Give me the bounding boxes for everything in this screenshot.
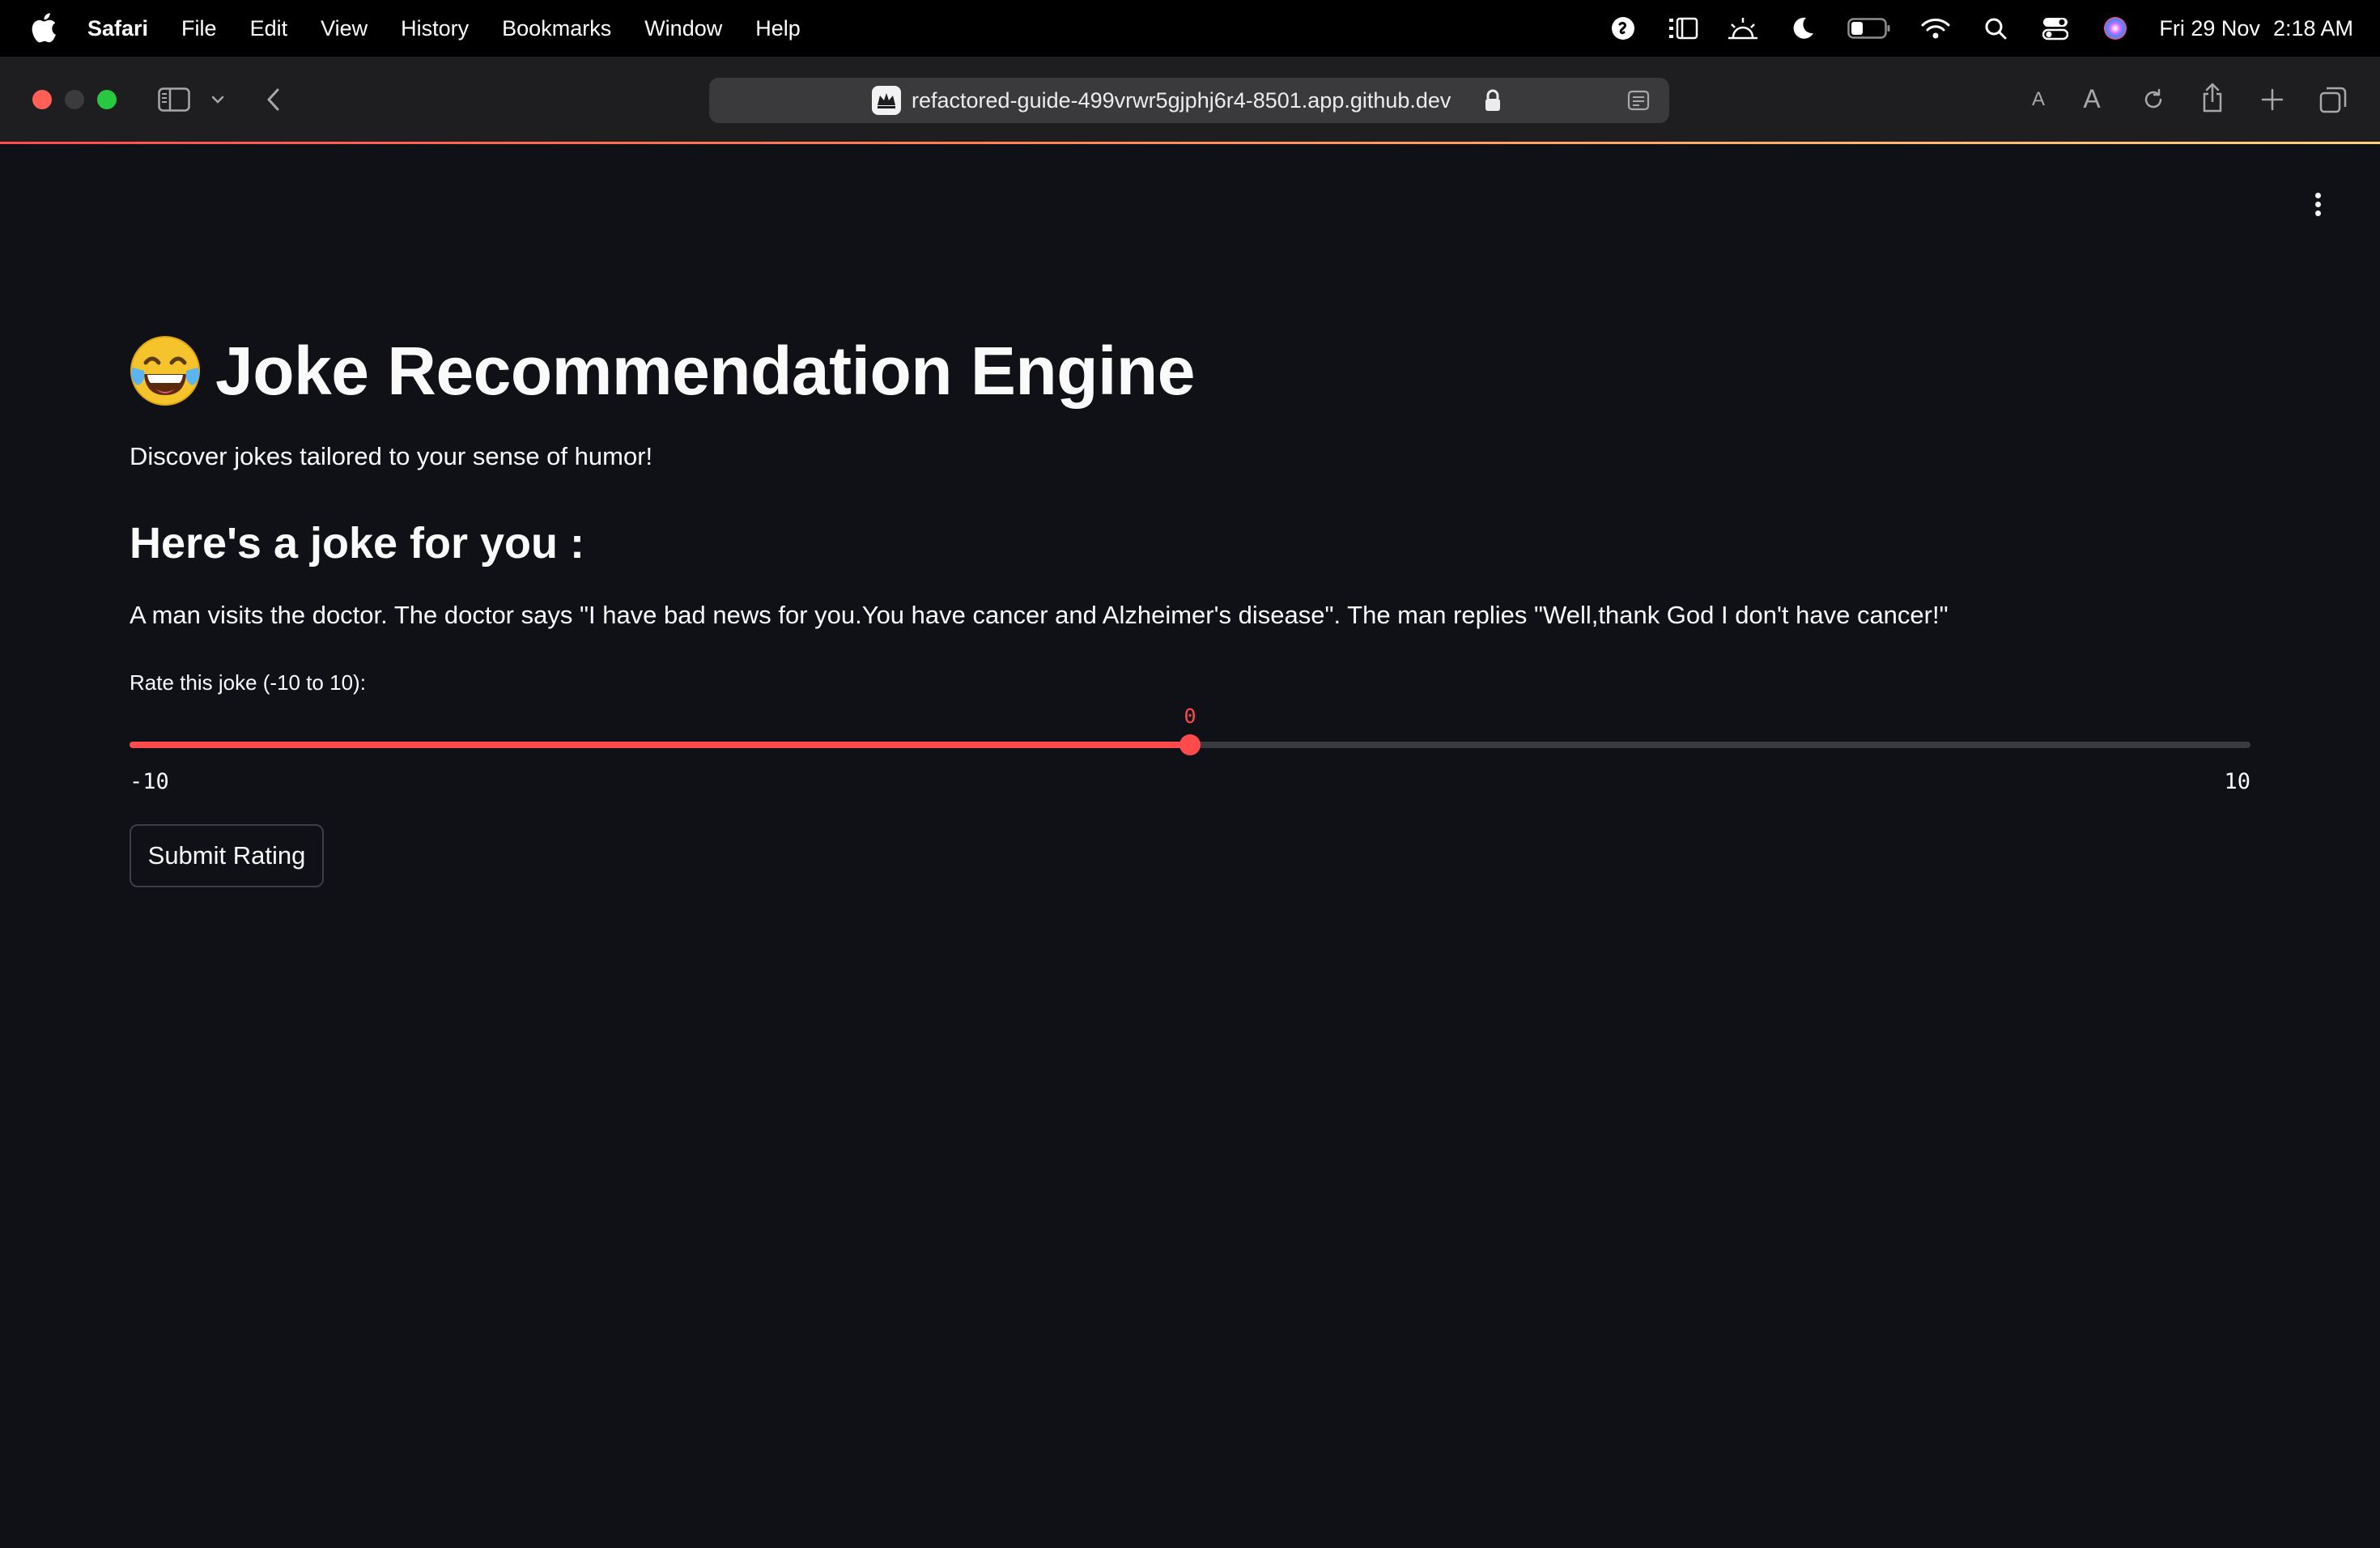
menu-bar: Safari File Edit View History Bookmarks … [0, 0, 2380, 57]
chevron-down-icon[interactable] [209, 91, 227, 108]
menu-file[interactable]: File [181, 16, 217, 41]
reading-list-icon[interactable] [1667, 12, 1699, 45]
clock-time: 2:18 AM [2272, 15, 2353, 40]
window-zoom-button[interactable] [97, 90, 117, 109]
menubar-clock[interactable]: Fri 29 Nov 2:18 AM [2159, 16, 2353, 41]
address-bar[interactable]: refactored-guide-499vrwr5gjphj6r4-8501.a… [709, 78, 1669, 123]
site-favicon-icon [872, 86, 901, 115]
rating-slider-thumb[interactable] [1179, 734, 1201, 755]
url-text: refactored-guide-499vrwr5gjphj6r4-8501.a… [912, 88, 1451, 113]
rating-slider-value: 0 [1184, 704, 1196, 728]
window-close-button[interactable] [32, 90, 52, 109]
share-icon[interactable] [2197, 81, 2228, 115]
menu-window[interactable]: Window [644, 16, 722, 41]
battery-icon[interactable] [1847, 12, 1892, 45]
menu-history[interactable]: History [401, 16, 469, 41]
joke-text: A man visits the doctor. The doctor says… [130, 601, 1949, 629]
joke-section-heading: Here's a joke for you : [130, 519, 585, 568]
brightness-icon[interactable] [1727, 12, 1759, 45]
lock-icon [1485, 89, 1501, 116]
text-smaller-button[interactable]: A [2024, 86, 2053, 113]
rating-slider-min-label: -10 [130, 769, 169, 794]
menu-edit[interactable]: Edit [250, 16, 288, 41]
menu-help[interactable]: Help [755, 16, 801, 41]
window-minimize-button[interactable] [65, 90, 84, 109]
kebab-dot [2314, 201, 2321, 207]
menu-view[interactable]: View [321, 16, 368, 41]
kebab-dot [2314, 192, 2321, 198]
menu-bookmarks[interactable]: Bookmarks [502, 16, 611, 41]
reader-view-icon[interactable] [1627, 89, 1650, 116]
wifi-icon[interactable] [1919, 12, 1952, 45]
app-page: Joke Recommendation Engine Discover joke… [0, 144, 2380, 1548]
back-arrow-icon[interactable] [261, 86, 285, 113]
tab-overview-icon[interactable] [2317, 84, 2349, 115]
clock-date: Fri 29 Nov [2159, 15, 2260, 40]
sidebar-toggle-icon[interactable] [157, 86, 191, 113]
main-menu-kebab-icon[interactable] [2304, 186, 2331, 222]
siri-icon[interactable] [2099, 12, 2131, 45]
tears-of-joy-emoji-icon [130, 336, 200, 406]
new-tab-plus-icon[interactable] [2257, 84, 2288, 115]
app-subtitle: Discover jokes tailored to your sense of… [130, 442, 653, 470]
control-center-icon[interactable] [2039, 12, 2072, 45]
shazam-icon[interactable] [1607, 12, 1639, 45]
kebab-dot [2314, 210, 2321, 216]
rating-slider-fill [130, 742, 1190, 748]
apple-logo-icon[interactable] [31, 11, 57, 44]
app-title: Joke Recommendation Engine [215, 332, 1195, 409]
rating-slider-max-label: 10 [2224, 769, 2250, 794]
page-title: Joke Recommendation Engine [128, 322, 1195, 419]
focus-moon-icon[interactable] [1787, 12, 1819, 45]
spotlight-search-icon[interactable] [1979, 12, 2012, 45]
menu-app-name[interactable]: Safari [87, 16, 148, 41]
text-larger-button[interactable]: A [2077, 83, 2106, 115]
rating-slider-label: Rate this joke (-10 to 10): [130, 670, 366, 695]
rating-slider-track[interactable] [130, 734, 2250, 755]
reload-icon[interactable] [2139, 84, 2168, 115]
submit-rating-button[interactable]: Submit Rating [130, 824, 324, 887]
